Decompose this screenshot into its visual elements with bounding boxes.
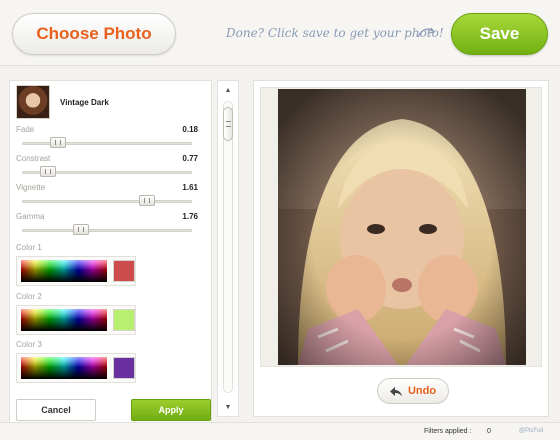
contrast-slider-row: Constrast 0.77	[16, 154, 198, 180]
save-hint-text: Done? Click save to get your photo!	[226, 26, 444, 40]
slider-track[interactable]	[22, 229, 192, 232]
slider-value: 1.76	[182, 212, 198, 221]
slider-label: Vignette	[16, 183, 46, 192]
scroll-thumb[interactable]	[223, 107, 233, 141]
choose-photo-button[interactable]: Choose Photo	[12, 13, 176, 55]
undo-arrow-icon	[389, 386, 402, 396]
color-1-label: Color 1	[16, 243, 42, 252]
curved-arrow-icon	[417, 27, 436, 38]
slider-track[interactable]	[22, 200, 192, 203]
filter-header: Vintage Dark	[16, 85, 109, 119]
photo-frame	[260, 87, 542, 367]
vignette-slider-row: Vignette 1.61	[16, 183, 198, 209]
scroll-up-icon[interactable]: ▲	[218, 83, 238, 97]
scroll-track[interactable]	[223, 101, 233, 393]
slider-value: 1.61	[182, 183, 198, 192]
slider-label: Gamma	[16, 212, 45, 221]
color-1-picker	[16, 256, 136, 286]
color-2-picker	[16, 305, 136, 335]
slider-track[interactable]	[22, 142, 192, 145]
fade-slider-row: Fade 0.18	[16, 125, 198, 151]
color-spectrum-overlay	[21, 309, 107, 331]
contrast-slider-thumb[interactable]	[40, 166, 57, 177]
edited-photo	[278, 89, 526, 365]
vignette-slider-thumb[interactable]	[139, 195, 156, 206]
top-toolbar: Choose Photo Done? Click save to get you…	[0, 0, 560, 66]
gamma-slider-row: Gamma 1.76	[16, 212, 198, 238]
credit-text: @PicFull	[519, 428, 544, 434]
fade-slider-thumb[interactable]	[49, 137, 66, 148]
filters-applied-label: Filters applied :	[424, 428, 472, 435]
status-bar: Filters applied : 0 @PicFull	[0, 422, 560, 440]
color-2-label: Color 2	[16, 292, 42, 301]
undo-button[interactable]: Undo	[377, 378, 449, 404]
filters-applied-count: 0	[487, 428, 491, 435]
undo-label: Undo	[407, 385, 437, 397]
color-3-picker	[16, 353, 136, 383]
slider-value: 0.18	[182, 125, 198, 134]
color-spectrum-overlay	[21, 357, 107, 379]
photo-preview-panel: Undo	[253, 80, 549, 417]
filter-panel-scrollbar: ▲ ▼	[217, 80, 239, 417]
scroll-down-icon[interactable]: ▼	[218, 400, 238, 414]
color-3-label: Color 3	[16, 340, 42, 349]
color-spectrum-overlay	[21, 260, 107, 282]
slider-value: 0.77	[182, 154, 198, 163]
gamma-slider-thumb[interactable]	[72, 224, 89, 235]
photo-illustration	[278, 89, 526, 365]
color-swatch[interactable]	[113, 260, 135, 282]
save-button[interactable]: Save	[451, 13, 548, 55]
filter-name: Vintage Dark	[60, 97, 109, 107]
slider-label: Constrast	[16, 154, 51, 163]
cancel-button[interactable]: Cancel	[16, 399, 96, 421]
filter-settings-panel: Vintage Dark Fade 0.18 Constrast 0.77 Vi…	[9, 80, 212, 427]
filter-thumbnail	[16, 85, 50, 119]
color-swatch[interactable]	[113, 309, 135, 331]
slider-label: Fade	[16, 125, 35, 134]
apply-button[interactable]: Apply	[131, 399, 211, 421]
color-swatch[interactable]	[113, 357, 135, 379]
